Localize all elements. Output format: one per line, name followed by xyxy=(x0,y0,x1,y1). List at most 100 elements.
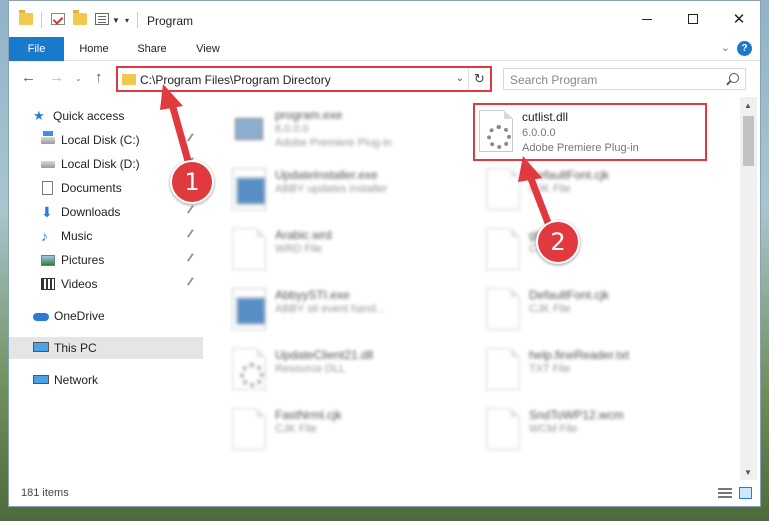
film-icon xyxy=(41,278,55,290)
search-icon[interactable] xyxy=(729,73,739,83)
address-path[interactable]: C:\Program Files\Program Directory xyxy=(140,73,331,87)
star-icon: ★ xyxy=(33,108,45,123)
file-version: 6.0.0.0 xyxy=(522,127,556,139)
back-arrow-icon[interactable]: ← xyxy=(21,69,36,86)
title-bar: ▼ ▾ Program ✕ xyxy=(9,1,760,37)
forward-arrow-icon[interactable]: → xyxy=(49,69,64,86)
ribbon-tabs: File Home Share View ⌄ ? xyxy=(9,37,760,61)
callout-1: 1 xyxy=(170,160,214,204)
file-item-cutlist-dll[interactable]: cutlist.dll 6.0.0.0 Adobe Premiere Plug-… xyxy=(475,106,715,160)
blank-file-icon xyxy=(486,288,520,330)
close-icon: ✕ xyxy=(732,10,746,28)
up-arrow-icon[interactable]: ↑ xyxy=(95,69,103,86)
tab-share[interactable]: Share xyxy=(129,37,175,61)
details-view-icon[interactable] xyxy=(718,488,732,499)
file-name: SndToWP12.wcm xyxy=(529,408,624,422)
scrollbar-thumb[interactable] xyxy=(743,116,754,166)
sidebar-item-videos[interactable]: Videos xyxy=(9,273,203,295)
pin-icon[interactable] xyxy=(186,277,198,288)
maximize-button[interactable] xyxy=(670,1,716,37)
sidebar-item-music[interactable]: ♪ Music xyxy=(9,225,203,247)
sidebar-item-pictures[interactable]: Pictures xyxy=(9,249,203,271)
close-button[interactable]: ✕ xyxy=(716,1,760,37)
download-arrow-icon: ⬇ xyxy=(41,204,53,220)
file-name: AbbyySTI.exe xyxy=(275,288,350,302)
sidebar-item-downloads[interactable]: ⬇ Downloads xyxy=(9,201,203,223)
pin-icon[interactable] xyxy=(186,205,198,216)
blank-file-icon xyxy=(486,228,520,270)
tab-file[interactable]: File xyxy=(9,37,64,61)
file-name: UpdateClient21.dll xyxy=(275,348,374,362)
file-name: help.fineReader.txt xyxy=(529,348,630,362)
file-item[interactable]: help.fineReader.txt TXT File xyxy=(480,342,720,396)
file-type: Resource DLL xyxy=(275,363,346,375)
file-item[interactable]: Arabic.wrd WRD File xyxy=(226,222,466,276)
divider xyxy=(137,12,138,28)
file-type: CJK File xyxy=(275,423,317,435)
file-item[interactable]: DefaultFont.cjk CJK File xyxy=(480,162,720,216)
explorer-window: ▼ ▾ Program ✕ File Home Share View ⌄ ? ←… xyxy=(8,0,761,507)
sidebar-item-onedrive[interactable]: OneDrive xyxy=(9,305,203,327)
folder-icon xyxy=(122,74,136,85)
file-name: program.exe xyxy=(275,108,343,122)
minimize-button[interactable] xyxy=(624,1,670,37)
exe-file-icon xyxy=(232,108,266,150)
pin-icon[interactable] xyxy=(186,133,198,144)
customize-toolbar-icon[interactable]: ▾ xyxy=(125,16,129,25)
installer-icon xyxy=(232,168,266,210)
status-bar: 181 items xyxy=(9,481,760,506)
properties-icon[interactable] xyxy=(95,13,109,25)
drive-icon xyxy=(41,131,55,144)
new-folder-icon[interactable] xyxy=(73,10,87,25)
scroll-down-icon[interactable]: ▼ xyxy=(744,468,752,477)
sidebar-item-network[interactable]: Network xyxy=(9,369,203,391)
file-item[interactable]: SndToWP12.wcm WCM File xyxy=(480,402,720,456)
file-item[interactable]: UpdateClient21.dll Resource DLL xyxy=(226,342,466,396)
sidebar-item-quick-access[interactable]: ★ Quick access xyxy=(9,105,203,127)
chevron-down-icon[interactable]: ▼ xyxy=(112,16,120,25)
address-bar[interactable]: C:\Program Files\Program Directory ⌄ ↻ xyxy=(116,66,492,92)
tab-view[interactable]: View xyxy=(185,37,231,61)
highlighted-file: cutlist.dll 6.0.0.0 Adobe Premiere Plug-… xyxy=(473,103,707,161)
cloud-icon xyxy=(33,313,49,321)
tiles-view-icon[interactable] xyxy=(739,487,752,499)
file-item[interactable]: FastNrml.cjk CJK File xyxy=(226,402,466,456)
file-name: UpdateInstaller.exe xyxy=(275,168,378,182)
help-icon[interactable]: ? xyxy=(737,41,752,56)
file-item[interactable]: program.exe 6.0.0.0 Adobe Premiere Plug-… xyxy=(226,102,466,156)
refresh-icon[interactable]: ↻ xyxy=(468,68,490,90)
blank-file-icon xyxy=(486,408,520,450)
recent-locations-icon[interactable]: ⌄ xyxy=(75,74,82,83)
sidebar-item-label: Local Disk (C:) xyxy=(61,133,140,147)
computer-icon xyxy=(33,342,49,352)
chevron-down-icon[interactable]: ⌄ xyxy=(456,73,464,84)
file-name: Arabic.wrd xyxy=(275,228,332,242)
sidebar-item-label: Music xyxy=(61,229,93,243)
search-input[interactable]: Search Program xyxy=(503,68,746,90)
scroll-up-icon[interactable]: ▲ xyxy=(744,101,752,110)
sidebar-item-label: Network xyxy=(54,373,99,387)
tab-home[interactable]: Home xyxy=(71,37,117,61)
document-icon xyxy=(42,181,53,195)
file-item[interactable]: DefaultFont.cjk CJK File xyxy=(480,282,720,336)
file-name: DefaultFont.cjk xyxy=(529,288,610,302)
file-item[interactable]: AbbyySTI.exe ABBY sti event hand... xyxy=(226,282,466,336)
dll-file-icon xyxy=(232,348,266,390)
window-title: Program xyxy=(147,14,194,28)
properties-check-icon[interactable] xyxy=(51,13,65,25)
vertical-scrollbar[interactable]: ▲ ▼ xyxy=(740,97,757,480)
file-type: CJK File xyxy=(529,183,571,195)
item-count: 181 items xyxy=(21,487,69,499)
pin-icon[interactable] xyxy=(186,253,198,264)
file-item[interactable]: glyph CJK File xyxy=(480,222,720,276)
file-type: WCM File xyxy=(529,423,578,435)
file-list: program.exe 6.0.0.0 Adobe Premiere Plug-… xyxy=(204,97,740,480)
sidebar-item-this-pc[interactable]: This PC xyxy=(9,337,203,359)
pin-icon[interactable] xyxy=(186,229,198,240)
file-description: Adobe Premiere Plug-in xyxy=(275,137,392,149)
network-icon xyxy=(33,375,49,384)
expand-ribbon-icon[interactable]: ⌄ xyxy=(721,41,730,54)
sidebar-item-local-disk-c[interactable]: Local Disk (C:) xyxy=(9,129,203,151)
file-item[interactable]: UpdateInstaller.exe ABBY updates install… xyxy=(226,162,466,216)
file-description: ABBY sti event hand... xyxy=(275,303,385,315)
